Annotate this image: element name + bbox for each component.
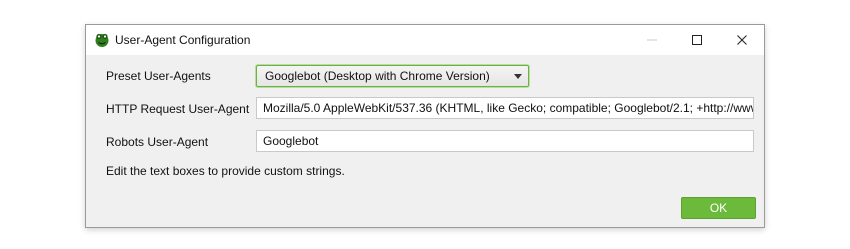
chevron-down-icon: [514, 74, 522, 79]
robots-user-agent-label: Robots User-Agent: [106, 135, 209, 149]
maximize-button[interactable]: [674, 25, 719, 55]
preset-user-agents-select[interactable]: Googlebot (Desktop with Chrome Version): [256, 65, 529, 87]
window-title: User-Agent Configuration: [115, 33, 251, 47]
minimize-button[interactable]: [629, 25, 674, 55]
minimize-icon: [646, 39, 657, 41]
http-user-agent-label: HTTP Request User-Agent: [106, 102, 250, 116]
http-user-agent-field[interactable]: Mozilla/5.0 AppleWebKit/537.36 (KHTML, l…: [256, 97, 754, 119]
ok-button[interactable]: OK: [681, 197, 756, 219]
user-agent-dialog: User-Agent Configuration Preset User-Age…: [85, 24, 765, 228]
frog-app-icon: [95, 33, 109, 47]
help-text: Edit the text boxes to provide custom st…: [106, 164, 345, 178]
preset-select-value: Googlebot (Desktop with Chrome Version): [265, 69, 490, 83]
maximize-icon: [691, 35, 702, 45]
close-button[interactable]: [719, 25, 764, 55]
title-bar[interactable]: User-Agent Configuration: [86, 25, 764, 55]
robots-user-agent-field[interactable]: Googlebot: [256, 130, 754, 152]
close-icon: [736, 35, 747, 45]
preset-user-agents-label: Preset User-Agents: [106, 69, 211, 83]
